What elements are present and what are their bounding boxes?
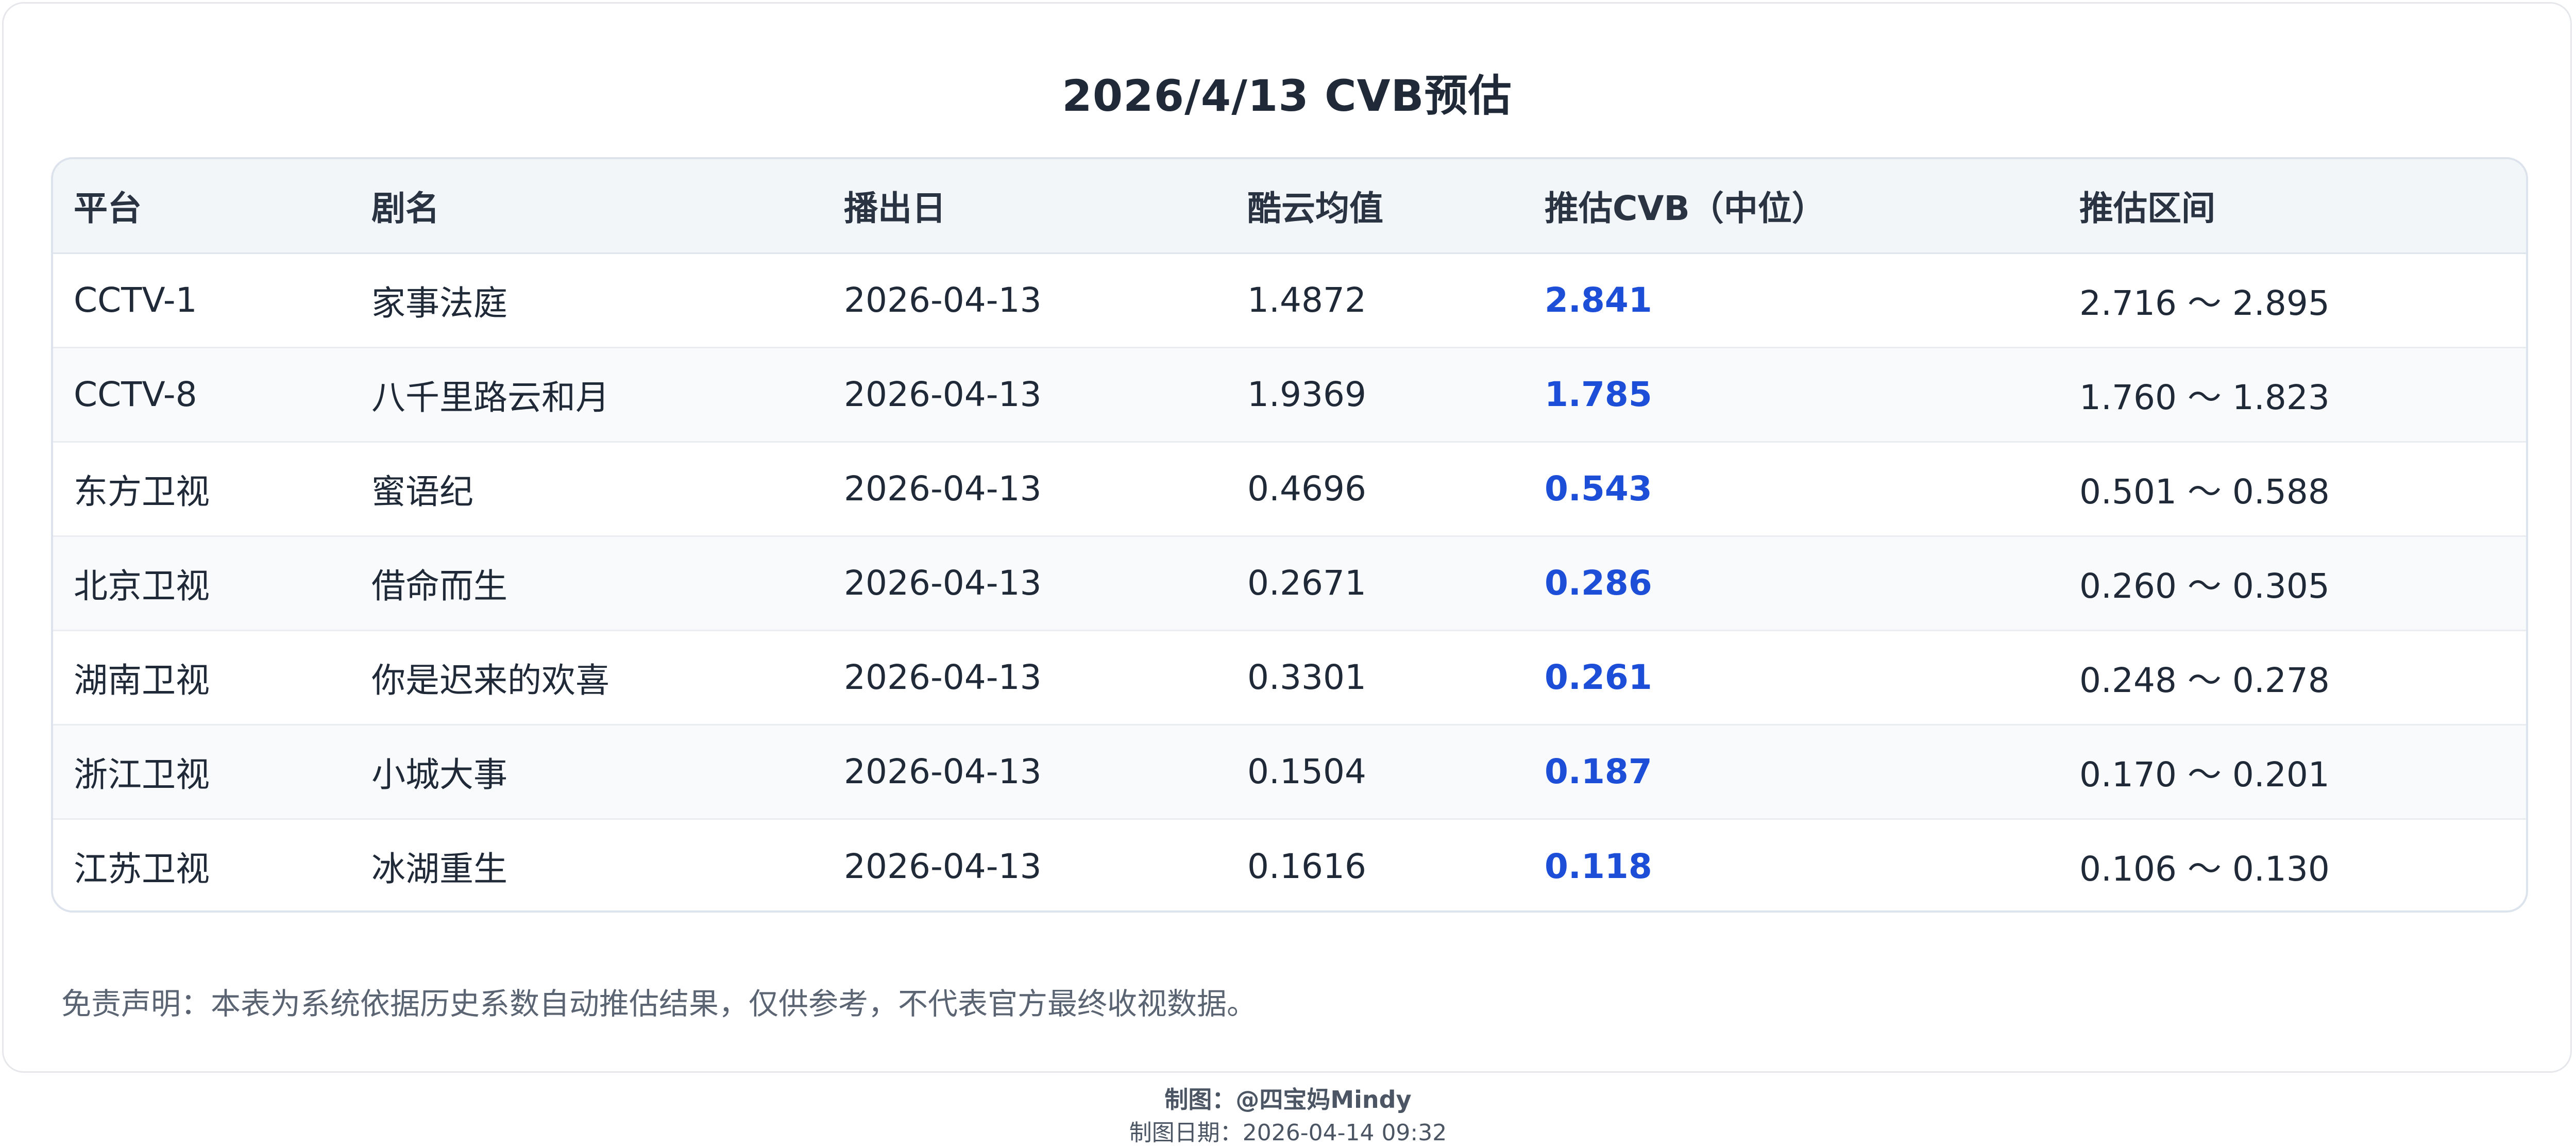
cell-platform: 东方卫视 — [74, 471, 210, 512]
column-header-cvb-range: 推估区间 — [2079, 189, 2215, 229]
cell-cvb-range: 0.260 ～ 0.305 — [2079, 566, 2330, 606]
disclaimer-text: 免责声明：本表为系统依据历史系数自动推估结果，仅供参考，不代表官方最终收视数据。 — [61, 986, 1257, 1021]
cell-cvb-range: 0.106 ～ 0.130 — [2079, 849, 2330, 889]
cell-cvb-median: 2.841 — [1545, 280, 1652, 320]
cell-cvb-median: 0.187 — [1545, 752, 1652, 791]
cell-air-date: 2026-04-13 — [844, 752, 1042, 791]
column-header-air-date: 播出日 — [844, 189, 946, 229]
cell-drama: 八千里路云和月 — [371, 377, 609, 417]
cell-drama: 你是迟来的欢喜 — [371, 660, 609, 700]
table-row: 浙江卫视 小城大事 2026-04-13 0.1504 0.187 0.170 … — [53, 724, 2526, 819]
report-card: 2026/4/13 CVB预估 平台 剧名 播出日 酷云均值 推估CVB（中位）… — [2, 2, 2572, 1073]
cell-cvb-range: 0.170 ～ 0.201 — [2079, 754, 2330, 795]
page-title: 2026/4/13 CVB预估 — [1062, 71, 1512, 121]
cell-kuyun-avg: 0.2671 — [1247, 563, 1366, 603]
table-row: 湖南卫视 你是迟来的欢喜 2026-04-13 0.3301 0.261 0.2… — [53, 630, 2526, 724]
cell-drama: 蜜语纪 — [371, 471, 473, 512]
cell-cvb-median: 0.118 — [1545, 846, 1652, 886]
cell-air-date: 2026-04-13 — [844, 375, 1042, 414]
cell-platform: 北京卫视 — [74, 566, 210, 606]
cell-cvb-range: 0.501 ～ 0.588 — [2079, 471, 2330, 512]
table-row: 江苏卫视 冰湖重生 2026-04-13 0.1616 0.118 0.106 … — [53, 819, 2526, 910]
cell-drama: 冰湖重生 — [371, 849, 507, 889]
cell-cvb-median: 0.286 — [1545, 563, 1652, 603]
cell-platform: 浙江卫视 — [74, 754, 210, 795]
cell-air-date: 2026-04-13 — [844, 563, 1042, 603]
author-credit: 制图：@四宝妈Mindy — [1164, 1086, 1412, 1114]
table-row: CCTV-8 八千里路云和月 2026-04-13 1.9369 1.785 1… — [53, 347, 2526, 442]
cell-platform: 湖南卫视 — [74, 660, 210, 700]
cell-kuyun-avg: 0.3301 — [1247, 657, 1366, 697]
cell-air-date: 2026-04-13 — [844, 846, 1042, 886]
table-row: CCTV-1 家事法庭 2026-04-13 1.4872 2.841 2.71… — [53, 253, 2526, 347]
cell-platform: 江苏卫视 — [74, 849, 210, 889]
column-header-kuyun-avg: 酷云均值 — [1247, 189, 1383, 229]
table-header-row: 平台 剧名 播出日 酷云均值 推估CVB（中位） 推估区间 — [53, 159, 2526, 253]
cell-platform: CCTV-1 — [74, 280, 197, 320]
cvb-table-container: 平台 剧名 播出日 酷云均值 推估CVB（中位） 推估区间 CCTV-1 家事法… — [51, 157, 2528, 913]
cell-air-date: 2026-04-13 — [844, 469, 1042, 509]
cell-drama: 借命而生 — [371, 566, 507, 606]
cell-cvb-range: 0.248 ～ 0.278 — [2079, 660, 2330, 700]
chart-date: 制图日期：2026-04-14 09:32 — [1129, 1120, 1447, 1146]
cell-cvb-median: 1.785 — [1545, 375, 1652, 414]
cell-air-date: 2026-04-13 — [844, 657, 1042, 697]
cell-drama: 小城大事 — [371, 754, 507, 795]
cvb-table: 平台 剧名 播出日 酷云均值 推估CVB（中位） 推估区间 CCTV-1 家事法… — [53, 159, 2526, 910]
cell-kuyun-avg: 1.4872 — [1247, 280, 1366, 320]
cell-cvb-range: 2.716 ～ 2.895 — [2079, 283, 2330, 323]
column-header-cvb-median: 推估CVB（中位） — [1545, 189, 1826, 229]
cell-cvb-median: 0.543 — [1545, 469, 1652, 509]
cell-kuyun-avg: 0.1616 — [1247, 846, 1366, 886]
cell-drama: 家事法庭 — [371, 283, 507, 323]
cell-cvb-range: 1.760 ～ 1.823 — [2079, 377, 2330, 417]
cell-cvb-median: 0.261 — [1545, 657, 1652, 697]
column-header-drama: 剧名 — [371, 189, 439, 229]
table-row: 北京卫视 借命而生 2026-04-13 0.2671 0.286 0.260 … — [53, 536, 2526, 630]
column-header-platform: 平台 — [74, 189, 142, 229]
cell-kuyun-avg: 1.9369 — [1247, 375, 1366, 414]
cell-platform: CCTV-8 — [74, 375, 197, 414]
cell-kuyun-avg: 0.4696 — [1247, 469, 1366, 509]
cell-kuyun-avg: 0.1504 — [1247, 752, 1366, 791]
cell-air-date: 2026-04-13 — [844, 280, 1042, 320]
table-row: 东方卫视 蜜语纪 2026-04-13 0.4696 0.543 0.501 ～… — [53, 442, 2526, 536]
